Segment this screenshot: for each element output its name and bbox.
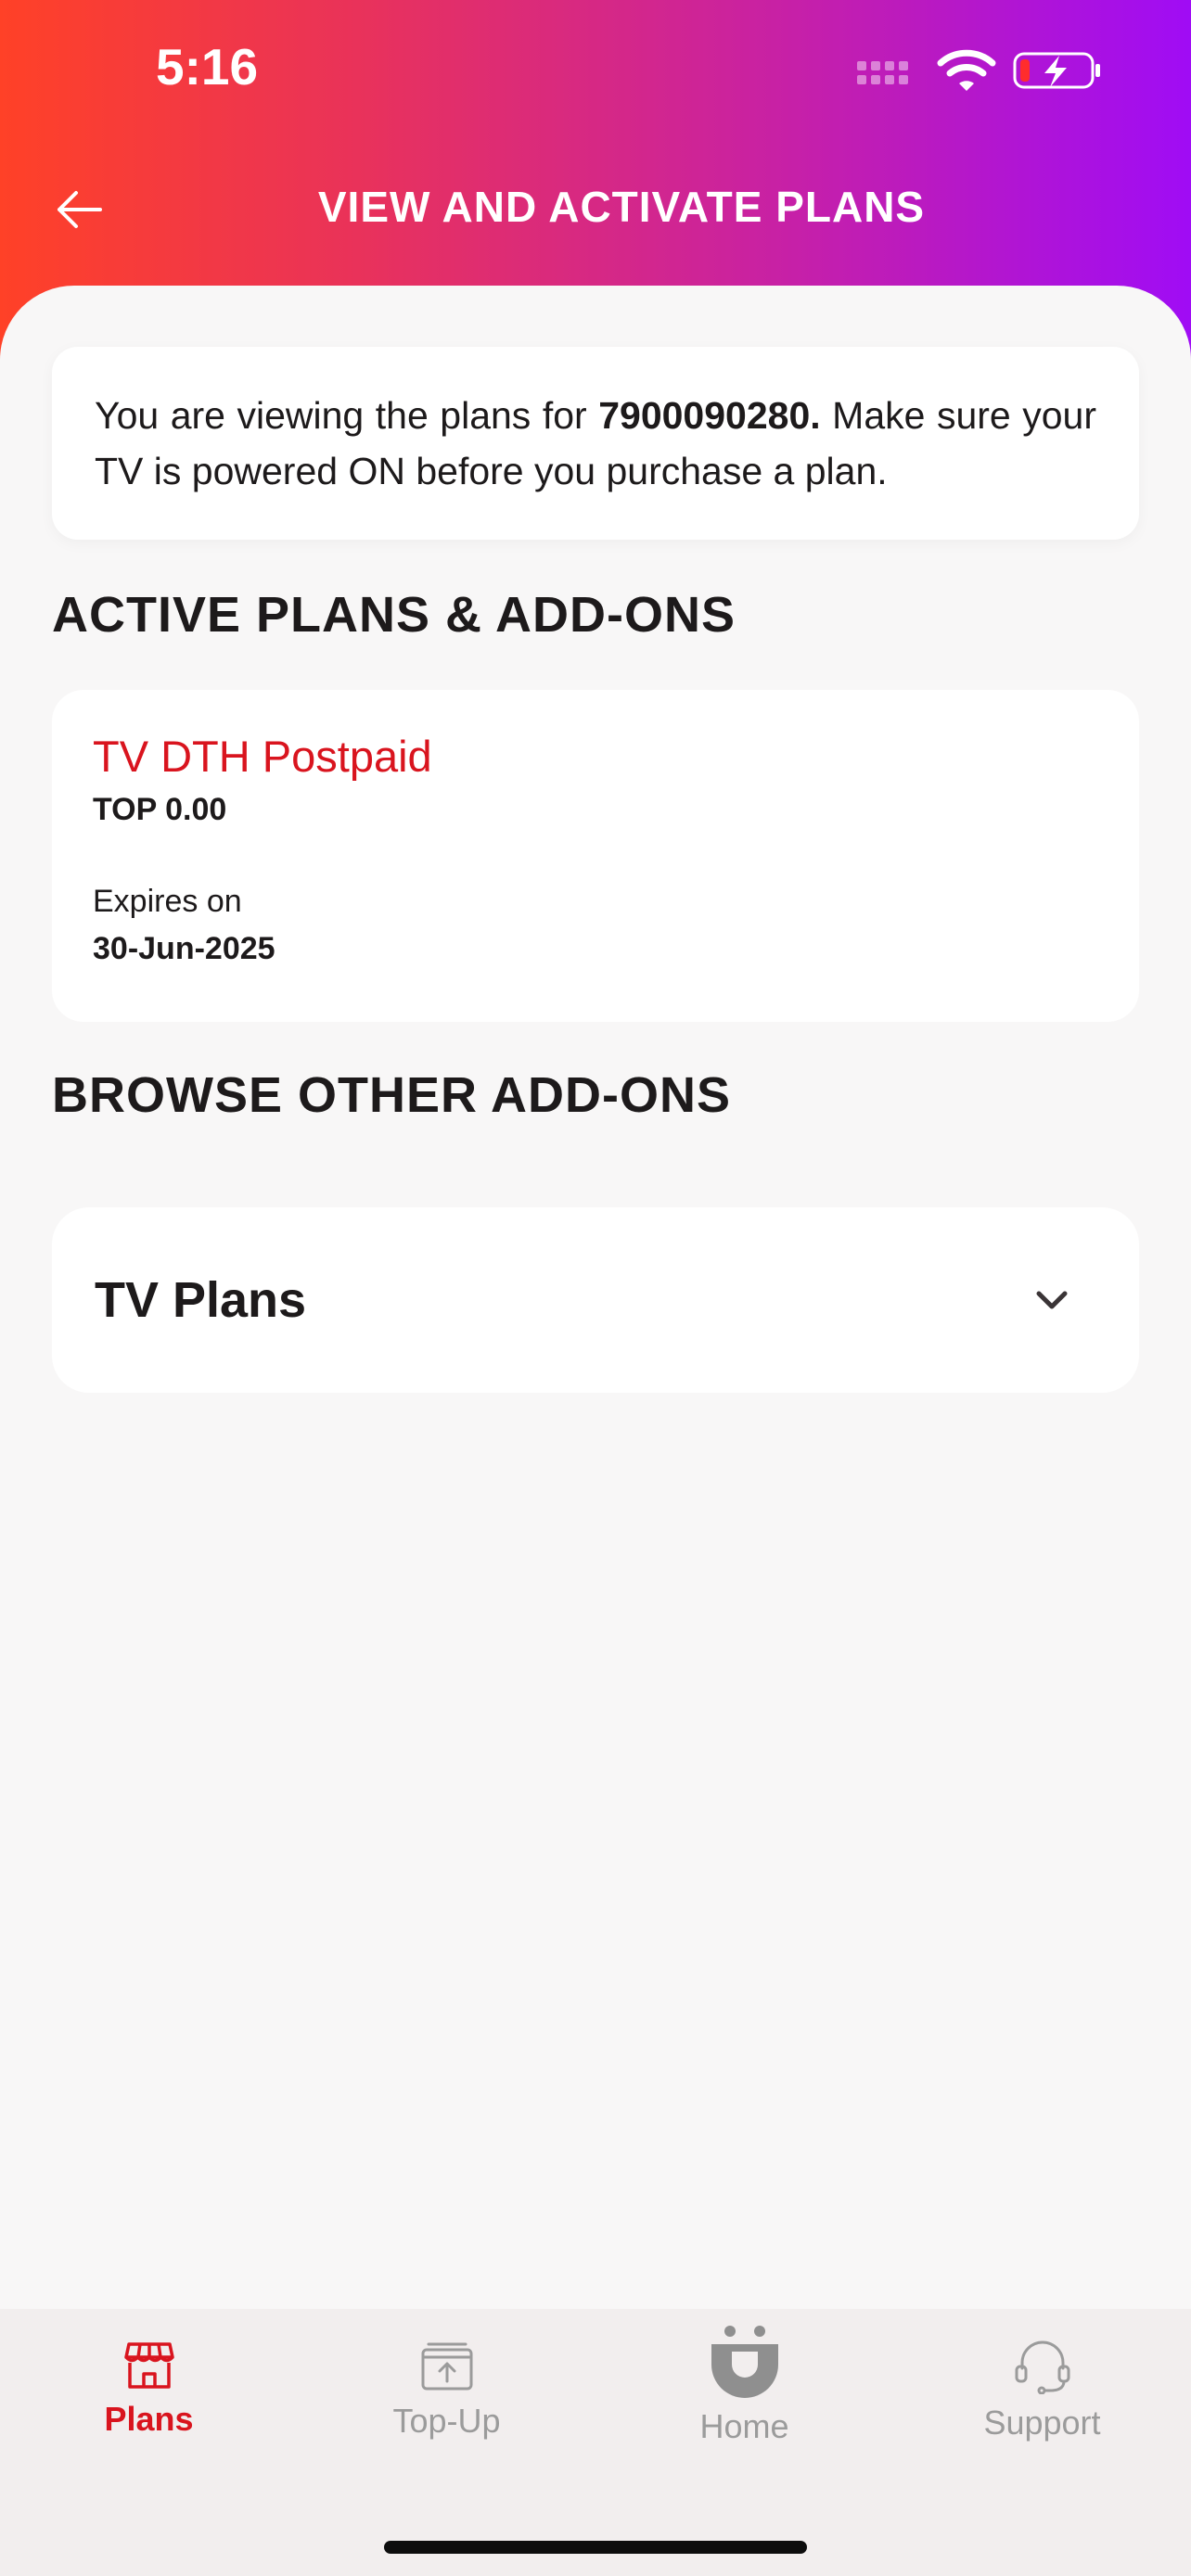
tab-support[interactable]: Support bbox=[893, 2309, 1191, 2524]
home-indicator[interactable] bbox=[384, 2541, 807, 2554]
expires-label: Expires on bbox=[93, 884, 242, 919]
store-icon bbox=[123, 2342, 174, 2389]
top-up-icon bbox=[421, 2342, 472, 2391]
info-banner: You are viewing the plans for 7900090280… bbox=[52, 347, 1139, 540]
info-text-before: You are viewing the plans for bbox=[95, 394, 599, 437]
active-plans-heading: ACTIVE PLANS & ADD-ONS bbox=[52, 587, 736, 643]
tv-plans-accordion[interactable]: TV Plans bbox=[52, 1207, 1139, 1393]
active-plan-card: TV DTH Postpaid TOP 0.00 Expires on 30-J… bbox=[52, 690, 1139, 1022]
tab-top-up[interactable]: Top-Up bbox=[298, 2309, 596, 2526]
tab-label: Support bbox=[983, 2404, 1101, 2442]
tab-plans[interactable]: Plans bbox=[0, 2309, 298, 2524]
tab-label: Plans bbox=[104, 2400, 194, 2438]
subscriber-number: 7900090280. bbox=[598, 394, 821, 437]
bottom-tab-bar: Plans Top-Up Home Support bbox=[0, 2309, 1191, 2576]
chevron-down-icon bbox=[1036, 1291, 1068, 1309]
plan-name: TV DTH Postpaid bbox=[93, 732, 432, 781]
plan-price: TOP 0.00 bbox=[93, 792, 227, 827]
status-time: 5:16 bbox=[156, 38, 259, 96]
tab-home[interactable]: Home bbox=[596, 2309, 893, 2509]
cellular-signal-icon bbox=[857, 61, 908, 84]
page-title: VIEW AND ACTIVATE PLANS bbox=[317, 183, 926, 231]
headset-icon bbox=[1015, 2340, 1069, 2394]
home-smiley-icon bbox=[711, 2326, 778, 2398]
tab-label: Top-Up bbox=[392, 2402, 501, 2440]
expires-date: 30-Jun-2025 bbox=[93, 931, 275, 966]
wifi-icon bbox=[937, 49, 996, 91]
back-arrow-icon[interactable] bbox=[52, 182, 108, 237]
browse-addons-heading: BROWSE OTHER ADD-ONS bbox=[52, 1067, 731, 1123]
tab-label: Home bbox=[699, 2407, 789, 2445]
accordion-label: TV Plans bbox=[95, 1272, 307, 1328]
battery-charging-icon bbox=[1013, 52, 1100, 89]
